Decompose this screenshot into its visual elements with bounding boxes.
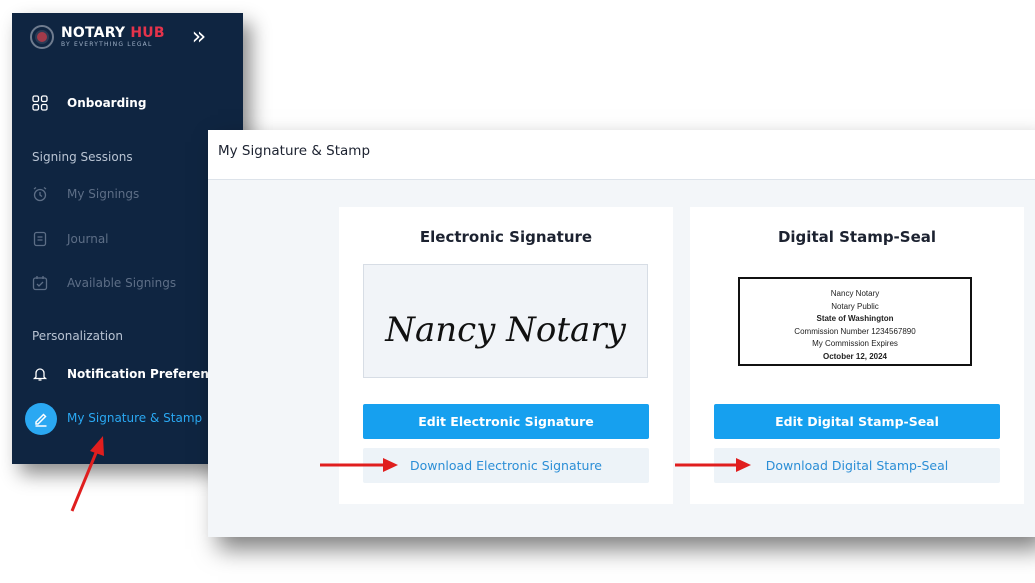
stamp-line: State of Washington <box>816 314 894 323</box>
download-electronic-signature-button[interactable]: Download Electronic Signature <box>363 448 649 483</box>
card-title: Digital Stamp-Seal <box>777 228 937 246</box>
stamp-seal-preview: Nancy Notary Notary Public State of Wash… <box>738 277 972 366</box>
panel-header: My Signature & Stamp <box>208 130 1035 180</box>
calendar-check-icon <box>32 275 48 291</box>
stamp-line: Notary Public <box>831 301 879 311</box>
bell-icon <box>32 366 48 382</box>
section-label-signing-sessions: Signing Sessions <box>32 150 133 164</box>
edit-electronic-signature-button[interactable]: Edit Electronic Signature <box>363 404 649 439</box>
sidebar-item-label: Journal <box>67 232 109 246</box>
alarm-clock-icon <box>32 186 48 202</box>
sidebar-item-journal[interactable]: Journal <box>32 231 109 247</box>
electronic-signature-card: Electronic Signature Nancy Notary Edit E… <box>339 207 673 504</box>
download-digital-stamp-seal-button[interactable]: Download Digital Stamp-Seal <box>714 448 1000 483</box>
logo-emblem-icon <box>30 25 54 49</box>
collapse-sidebar-button[interactable]: » <box>187 24 211 49</box>
stamp-line: Nancy Notary <box>830 289 880 298</box>
sidebar-item-label: Onboarding <box>67 96 147 110</box>
section-label-personalization: Personalization <box>32 329 123 343</box>
sidebar-item-my-signings[interactable]: My Signings <box>32 186 139 202</box>
journal-icon <box>32 231 48 247</box>
logo[interactable]: NOTARY HUB BY EVERYTHING LEGAL <box>30 25 165 49</box>
edit-digital-stamp-seal-button[interactable]: Edit Digital Stamp-Seal <box>714 404 1000 439</box>
stamp-line: Commission Number 1234567890 <box>794 326 916 336</box>
logo-tagline: BY EVERYTHING LEGAL <box>61 41 153 48</box>
logo-name: NOTARY <box>61 25 126 41</box>
signature-stamp-panel: My Signature & Stamp Electronic Signatur… <box>208 130 1035 537</box>
signature-text: Nancy Notary <box>385 310 626 350</box>
sidebar-item-my-signature-stamp[interactable]: My Signature & Stamp <box>67 411 202 425</box>
sidebar-item-label: Available Signings <box>67 276 177 290</box>
sidebar-item-label: My Signings <box>67 187 140 201</box>
sidebar-item-onboarding[interactable]: Onboarding <box>32 95 146 111</box>
sidebar-item-notification-preferences[interactable]: Notification Preferences <box>32 366 231 382</box>
signature-preview: Nancy Notary <box>363 264 648 378</box>
page-title: My Signature & Stamp <box>218 143 371 159</box>
sidebar-item-label: Notification Preferences <box>67 367 232 381</box>
stamp-line: My Commission Expires <box>812 339 898 348</box>
stamp-line: October 12, 2024 <box>822 351 888 361</box>
logo-accent: HUB <box>130 25 165 41</box>
card-title: Electronic Signature <box>419 228 593 246</box>
sidebar-item-available-signings[interactable]: Available Signings <box>32 275 176 291</box>
sidebar-item-label: My Signature & Stamp <box>67 411 203 425</box>
pen-icon <box>25 403 57 435</box>
digital-stamp-seal-card: Digital Stamp-Seal Nancy Notary Notary P… <box>690 207 1024 504</box>
grid-icon <box>32 95 48 111</box>
